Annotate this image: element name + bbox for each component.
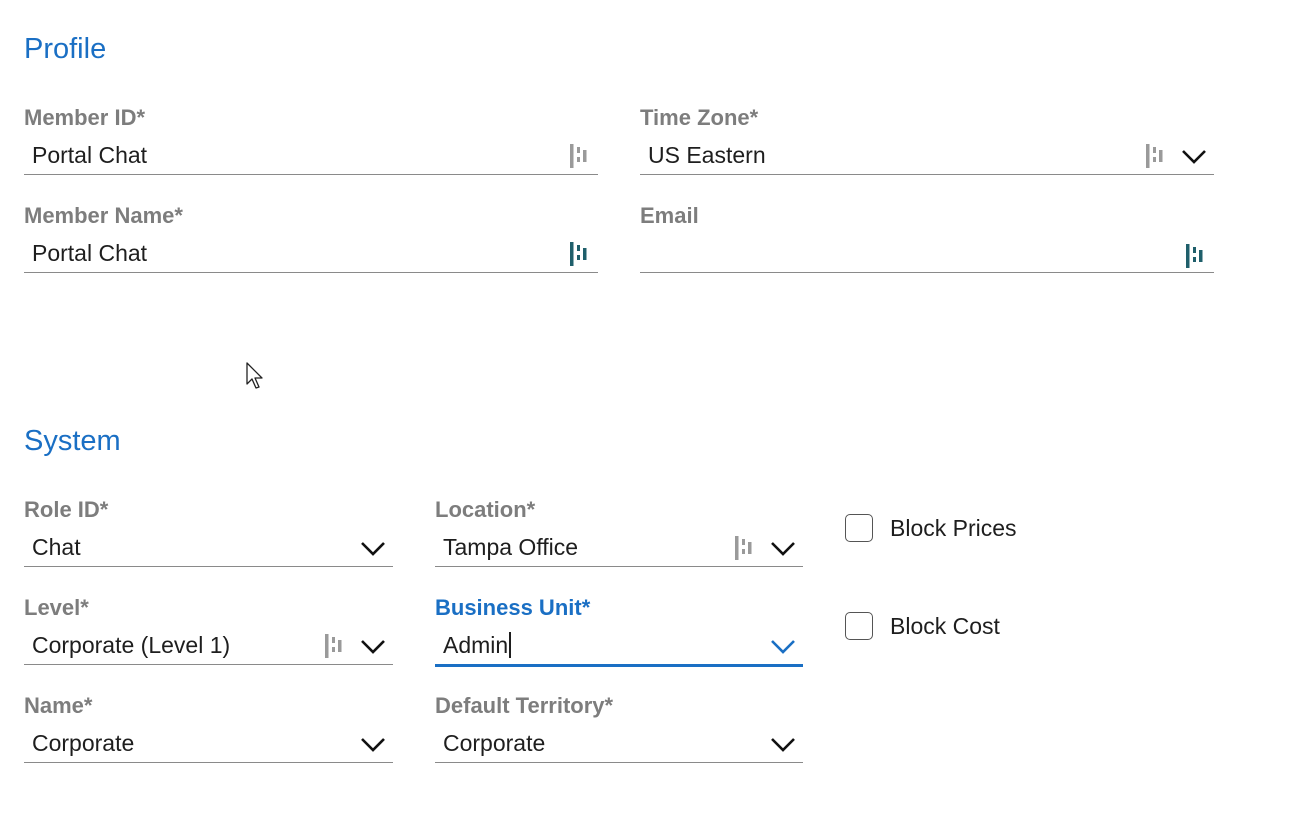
time-zone-field[interactable]: Time Zone* US Eastern — [640, 104, 1214, 176]
lookup-icon[interactable] — [733, 536, 755, 560]
role-id-select[interactable]: Chat — [24, 530, 393, 567]
chevron-down-icon[interactable] — [1180, 146, 1208, 166]
member-id-value: Portal Chat — [32, 142, 148, 168]
role-id-value: Chat — [32, 534, 81, 560]
lookup-icon[interactable] — [323, 634, 345, 658]
block-prices-label: Block Prices — [890, 515, 1017, 541]
name-label: Name* — [24, 693, 93, 718]
default-territory-label: Default Territory* — [435, 693, 614, 718]
business-unit-text: Admin — [443, 632, 509, 658]
mouse-pointer-icon — [246, 362, 263, 389]
text-caret — [509, 632, 511, 658]
role-id-label: Role ID* — [24, 497, 109, 522]
email-label: Email — [640, 203, 699, 228]
member-id-field[interactable]: Member ID* Portal Chat — [24, 104, 598, 176]
profile-section-title: Profile — [24, 33, 107, 65]
member-name-field[interactable]: Member Name* Portal Chat — [24, 202, 598, 274]
level-value: Corporate (Level 1) — [32, 632, 231, 658]
role-id-field[interactable]: Role ID* Chat — [24, 496, 393, 568]
location-field[interactable]: Location* Tampa Office — [435, 496, 803, 568]
default-territory-select[interactable]: Corporate — [435, 726, 803, 763]
block-prices-option[interactable]: Block Prices — [845, 514, 1065, 546]
chevron-down-icon[interactable] — [359, 636, 387, 656]
member-id-label: Member ID* — [24, 105, 146, 130]
email-field[interactable]: Email — [640, 202, 1214, 274]
business-unit-value: Admin — [443, 628, 511, 662]
level-field[interactable]: Level* Corporate (Level 1) — [24, 594, 393, 666]
member-id-input[interactable]: Portal Chat — [24, 138, 598, 175]
chevron-down-icon[interactable] — [359, 734, 387, 754]
lookup-icon[interactable] — [1184, 244, 1206, 268]
time-zone-input[interactable]: US Eastern — [640, 138, 1214, 175]
level-label: Level* — [24, 595, 89, 620]
location-label: Location* — [435, 497, 536, 522]
email-input[interactable] — [640, 236, 1214, 273]
time-zone-value: US Eastern — [648, 142, 766, 168]
block-cost-label: Block Cost — [890, 613, 1000, 639]
default-territory-value: Corporate — [443, 730, 546, 756]
name-select[interactable]: Corporate — [24, 726, 393, 763]
lookup-icon[interactable] — [568, 144, 590, 168]
name-field[interactable]: Name* Corporate — [24, 692, 393, 764]
location-value: Tampa Office — [443, 534, 579, 560]
level-select[interactable]: Corporate (Level 1) — [24, 628, 393, 665]
chevron-down-icon[interactable] — [769, 538, 797, 558]
chevron-down-icon[interactable] — [769, 734, 797, 754]
time-zone-label: Time Zone* — [640, 105, 759, 130]
lookup-icon[interactable] — [568, 242, 590, 266]
member-name-value: Portal Chat — [32, 240, 148, 266]
default-territory-field[interactable]: Default Territory* Corporate — [435, 692, 803, 764]
member-name-label: Member Name* — [24, 203, 183, 228]
business-unit-label: Business Unit* — [435, 595, 591, 620]
block-cost-checkbox[interactable] — [845, 612, 873, 640]
chevron-down-icon[interactable] — [769, 636, 797, 656]
member-name-input[interactable]: Portal Chat — [24, 236, 598, 273]
chevron-down-icon[interactable] — [359, 538, 387, 558]
system-section-title: System — [24, 425, 121, 457]
business-unit-input[interactable]: Admin — [435, 628, 803, 667]
block-prices-checkbox[interactable] — [845, 514, 873, 542]
name-value: Corporate — [32, 730, 135, 756]
business-unit-field[interactable]: Business Unit* Admin — [435, 594, 803, 667]
location-select[interactable]: Tampa Office — [435, 530, 803, 567]
block-cost-option[interactable]: Block Cost — [845, 612, 1065, 644]
lookup-icon[interactable] — [1144, 144, 1166, 168]
